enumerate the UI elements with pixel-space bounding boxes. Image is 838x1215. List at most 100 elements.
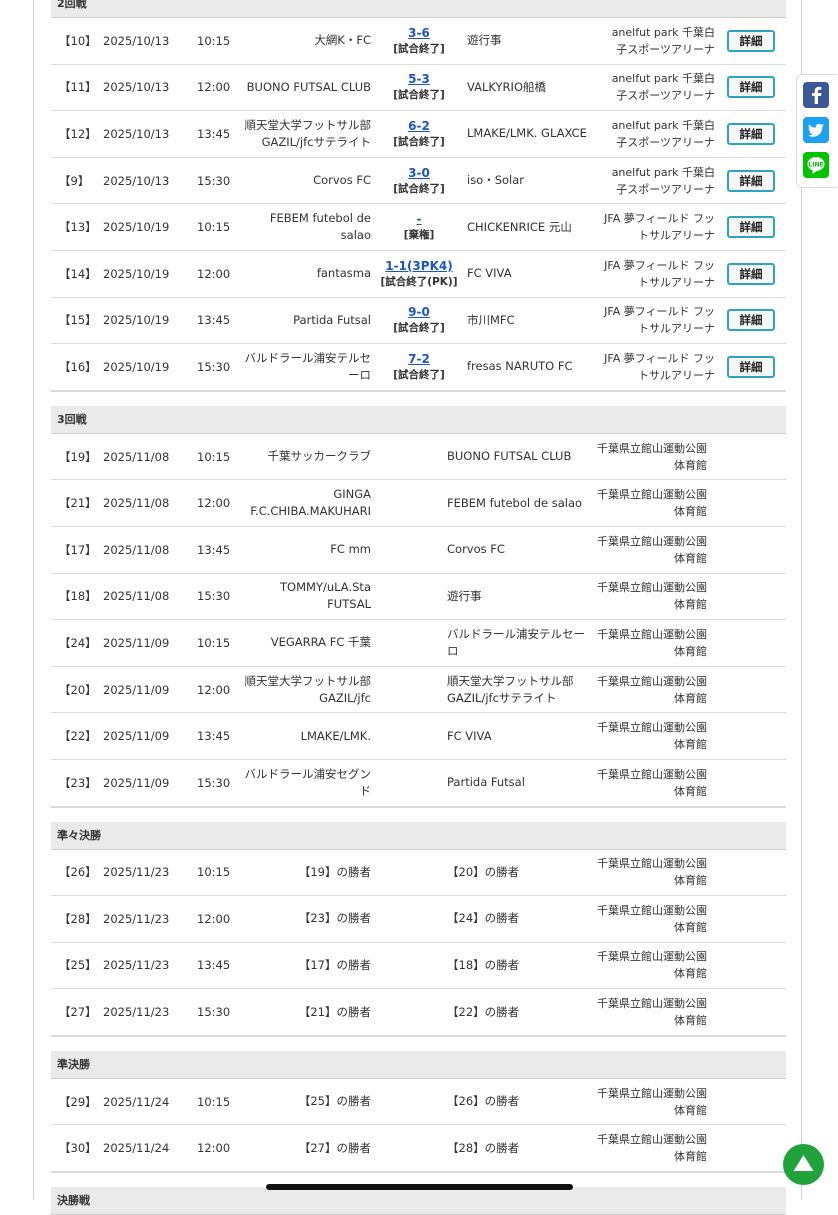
round-header: 3回戦 xyxy=(51,405,786,434)
home-team: VEGARRA FC 千葉 xyxy=(270,635,371,650)
venue: JFA 夢フィールド フットサルアリーナ xyxy=(604,351,715,382)
match-row: 【22】 2025/11/09 13:45 LMAKE/LMK. FC VIVA 千葉県立… xyxy=(51,713,786,760)
twitter-icon[interactable] xyxy=(803,117,829,143)
score-link[interactable]: 7-2 xyxy=(408,351,430,367)
match-status: [試合終了] xyxy=(393,322,445,335)
match-time: 10:15 xyxy=(197,865,231,880)
home-team: 【21】の勝者 xyxy=(298,1004,371,1019)
detail-button[interactable]: 詳細 xyxy=(727,29,775,52)
away-team: バルドラール浦安テルセーロ xyxy=(447,626,585,658)
detail-button[interactable]: 詳細 xyxy=(727,76,775,99)
venue: 千葉県立館山運動公園体育館 xyxy=(597,721,707,752)
match-number: 【26】 xyxy=(59,865,97,880)
detail-button[interactable]: 詳細 xyxy=(727,169,775,192)
detail-button[interactable]: 詳細 xyxy=(727,216,775,239)
away-team: fresas NARUTO FC xyxy=(467,359,573,374)
match-number: 【30】 xyxy=(59,1141,97,1156)
match-number: 【11】 xyxy=(59,80,97,95)
detail-button[interactable]: 詳細 xyxy=(727,262,775,285)
round-header: 決勝戦 xyxy=(51,1187,786,1215)
home-team: 【25】の勝者 xyxy=(298,1094,371,1109)
round-header: 準決勝 xyxy=(51,1050,786,1079)
match-date: 2025/11/08 xyxy=(103,542,170,557)
match-schedule: 2回戦 【10】 2025/10/13 10:15 大網K・FC 3-6 [試合終了] 遊行事… xyxy=(51,0,786,1215)
match-date: 2025/10/19 xyxy=(103,359,170,374)
away-team: 【20】の勝者 xyxy=(447,864,520,879)
round-header: 準々決勝 xyxy=(51,821,786,850)
match-date: 2025/11/23 xyxy=(103,1005,170,1020)
score-link[interactable]: 1-1(3PK4) xyxy=(385,258,452,274)
match-row: 【26】 2025/11/23 10:15 【19】の勝者 【20】の勝者 千葉県立館山運… xyxy=(51,850,786,897)
match-number: 【22】 xyxy=(59,729,97,744)
home-team: バルドラール浦安セグンド xyxy=(244,766,372,798)
away-team: 市川MFC xyxy=(467,312,515,327)
venue: 千葉県立館山運動公園体育館 xyxy=(597,857,707,888)
match-row: 【11】 2025/10/13 12:00 BUONO FUTSAL CLUB 5-3 [… xyxy=(51,65,786,112)
match-number: 【21】 xyxy=(59,496,97,511)
line-icon[interactable]: LINE xyxy=(803,152,829,178)
detail-button[interactable]: 詳細 xyxy=(727,355,775,378)
match-row: 【20】 2025/11/09 12:00 順天堂大学フットサル部GAZIL/jfc 順… xyxy=(51,667,786,714)
social-share-bar: LINE xyxy=(796,74,837,188)
match-status: [試合終了] xyxy=(393,368,445,381)
match-number: 【20】 xyxy=(59,682,97,697)
venue: 千葉県立館山運動公園体育館 xyxy=(597,581,707,612)
score-link[interactable]: 3-6 xyxy=(408,25,430,41)
match-row: 【18】 2025/11/08 15:30 TOMMY/uLA.Sta FUTSAL 遊… xyxy=(51,574,786,621)
home-team: 【23】の勝者 xyxy=(298,911,371,926)
score-link[interactable]: 3-0 xyxy=(408,165,430,181)
home-team: 【19】の勝者 xyxy=(298,864,371,879)
away-team: FEBEM futebol de salao xyxy=(447,495,583,510)
match-time: 12:00 xyxy=(197,1141,231,1156)
match-date: 2025/10/13 xyxy=(103,80,170,95)
score-link[interactable]: 6-2 xyxy=(408,118,430,134)
away-team: iso・Solar xyxy=(467,173,525,188)
score-cell: 9-0 [試合終了] xyxy=(375,298,463,344)
facebook-icon[interactable] xyxy=(803,82,829,108)
venue: anelfut park 千葉白子スポーツアリーナ xyxy=(611,165,715,196)
match-row: 【13】 2025/10/19 10:15 FEBEM futebol de sala… xyxy=(51,204,786,251)
match-time: 10:15 xyxy=(197,635,231,650)
away-team: 遊行事 xyxy=(467,33,502,48)
match-number: 【25】 xyxy=(59,958,97,973)
away-team: 遊行事 xyxy=(447,588,482,603)
away-team: VALKYRIO船橋 xyxy=(467,79,546,94)
away-team: FC VIVA xyxy=(447,728,492,743)
match-date: 2025/11/09 xyxy=(103,635,170,650)
home-team: 【27】の勝者 xyxy=(298,1140,371,1155)
match-number: 【12】 xyxy=(59,126,97,141)
svg-text:LINE: LINE xyxy=(808,162,823,169)
detail-button[interactable]: 詳細 xyxy=(727,122,775,145)
home-team: 【17】の勝者 xyxy=(298,957,371,972)
match-time: 10:15 xyxy=(197,33,231,48)
match-date: 2025/10/13 xyxy=(103,173,170,188)
venue: JFA 夢フィールド フットサルアリーナ xyxy=(604,212,715,243)
match-row: 【28】 2025/11/23 12:00 【23】の勝者 【24】の勝者 千葉県立館山運… xyxy=(51,896,786,943)
score-cell: 1-1(3PK4) [試合終了(PK)] xyxy=(375,251,463,297)
score-link[interactable]: - xyxy=(417,211,422,227)
score-link[interactable]: 9-0 xyxy=(408,304,430,320)
match-status: [試合終了(PK)] xyxy=(380,275,458,288)
section-spacer xyxy=(51,806,786,822)
venue: 千葉県立館山運動公園体育館 xyxy=(597,950,707,981)
match-row: 【29】 2025/11/24 10:15 【25】の勝者 【26】の勝者 千葉県立館山運… xyxy=(51,1079,786,1126)
score-link[interactable]: 5-3 xyxy=(408,71,430,87)
venue: 千葉県立館山運動公園体育館 xyxy=(597,534,707,565)
home-team: fantasma xyxy=(316,266,371,281)
match-time: 10:15 xyxy=(197,449,231,464)
match-number: 【16】 xyxy=(59,359,97,374)
away-team: Corvos FC xyxy=(447,542,505,557)
match-time: 15:30 xyxy=(197,359,231,374)
score-cell: 7-2 [試合終了] xyxy=(375,344,463,390)
detail-button[interactable]: 詳細 xyxy=(727,309,775,332)
match-time: 13:45 xyxy=(197,313,231,328)
match-row: 【27】 2025/11/23 15:30 【21】の勝者 【22】の勝者 千葉県立館山運… xyxy=(51,989,786,1036)
venue: 千葉県立館山運動公園体育館 xyxy=(597,441,707,472)
match-time: 12:00 xyxy=(197,496,231,511)
match-row: 【19】 2025/11/08 10:15 千葉サッカークラブ BUONO FUTSAL… xyxy=(51,434,786,481)
section-spacer xyxy=(51,1035,786,1051)
match-time: 12:00 xyxy=(197,266,231,281)
match-time: 15:30 xyxy=(197,589,231,604)
match-date: 2025/10/19 xyxy=(103,313,170,328)
scroll-to-top-button[interactable] xyxy=(783,1144,824,1185)
